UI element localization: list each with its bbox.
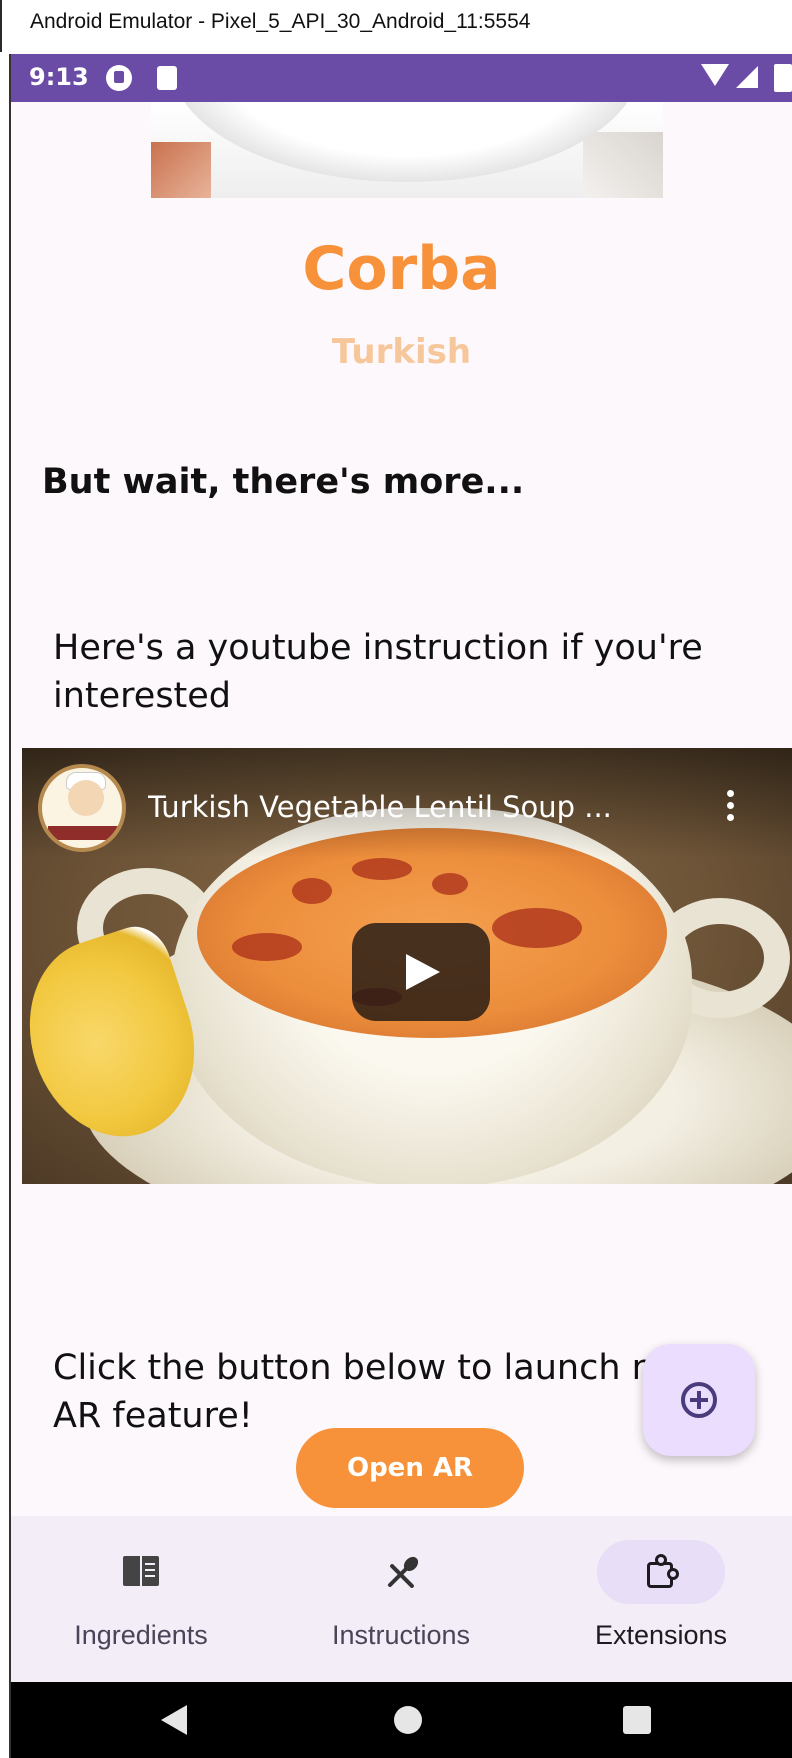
battery-icon: [774, 64, 792, 92]
more-vert-icon[interactable]: [722, 790, 738, 830]
bottom-navigation: Ingredients Instructions Extensions: [11, 1516, 792, 1682]
paprika-spot: [232, 933, 302, 961]
meal-area: Turkish: [331, 332, 472, 372]
meal-name: Corba: [302, 234, 501, 304]
system-navigation-bar: [11, 1682, 792, 1758]
meal-thumbnail: [151, 102, 663, 198]
emulator-window-title: Android Emulator - Pixel_5_API_30_Androi…: [30, 10, 531, 33]
chef-face-icon: [68, 780, 104, 816]
status-time: 9:13: [29, 63, 89, 91]
add-fab-button[interactable]: [643, 1344, 755, 1456]
home-icon[interactable]: [394, 1706, 422, 1734]
youtube-intro-text: Here's a youtube instruction if you're i…: [53, 628, 703, 716]
notification-app-icon: [106, 65, 132, 91]
meal-thumbnail-bowl: [171, 102, 641, 182]
back-icon[interactable]: [161, 1705, 187, 1735]
paprika-spot: [352, 858, 412, 880]
nav-item-extensions[interactable]: Extensions: [531, 1516, 791, 1682]
add-circle-icon: [681, 1382, 717, 1418]
status-bar: 9:13: [11, 54, 792, 102]
play-button[interactable]: [352, 923, 490, 1021]
utensils-icon: [383, 1554, 421, 1590]
nav-item-instructions[interactable]: Instructions: [271, 1516, 531, 1682]
device-screen: 9:13 Corba Turkish But wait, there's mor…: [11, 54, 792, 1758]
book-icon: [123, 1554, 159, 1590]
channel-logo-banner: [48, 826, 120, 840]
more-heading: But wait, there's more...: [42, 462, 525, 502]
signal-icon: [736, 66, 758, 88]
video-title[interactable]: Turkish Vegetable Lentil Soup ...: [148, 790, 688, 824]
recents-icon[interactable]: [623, 1706, 651, 1734]
nav-label-instructions: Instructions: [331, 1620, 471, 1650]
emulator-title-bar: Android Emulator - Pixel_5_API_30_Androi…: [0, 0, 792, 52]
paprika-spot: [432, 873, 468, 895]
sd-card-icon: [157, 66, 177, 90]
puzzle-icon: [643, 1554, 679, 1590]
meal-thumbnail-table: [151, 142, 211, 198]
open-ar-button[interactable]: Open AR: [296, 1428, 524, 1508]
youtube-video-player[interactable]: Turkish Vegetable Lentil Soup ...: [22, 748, 792, 1184]
wifi-icon: [701, 64, 729, 86]
paprika-spot: [292, 878, 332, 904]
nav-label-ingredients: Ingredients: [74, 1620, 208, 1650]
meal-thumbnail-surface: [583, 132, 663, 198]
channel-avatar[interactable]: [38, 764, 126, 852]
paprika-spot: [492, 908, 582, 948]
nav-item-ingredients[interactable]: Ingredients: [11, 1516, 271, 1682]
nav-label-extensions: Extensions: [594, 1620, 728, 1650]
